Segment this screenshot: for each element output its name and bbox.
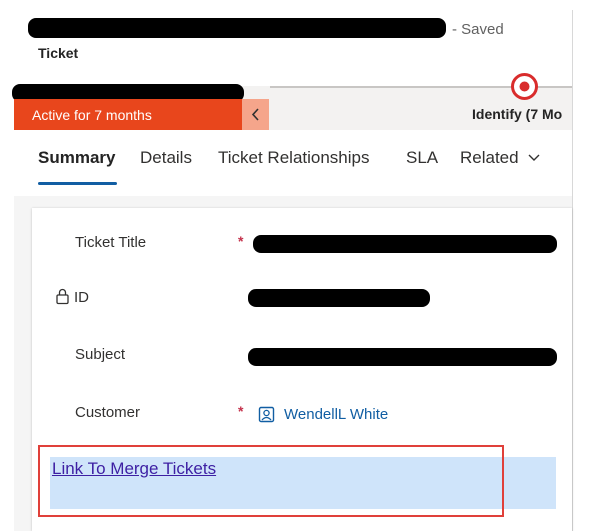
- ticket-title-field[interactable]: [253, 235, 557, 253]
- tab-related-label: Related: [460, 148, 519, 167]
- tab-sla[interactable]: SLA: [406, 148, 438, 168]
- required-marker: *: [238, 233, 244, 249]
- tab-ticket-relationships[interactable]: Ticket Relationships: [218, 148, 370, 168]
- chevron-down-icon: [528, 154, 540, 161]
- tab-related[interactable]: Related: [460, 148, 541, 168]
- subject-label: Subject: [75, 346, 126, 363]
- record-title-redacted: [28, 18, 446, 38]
- tab-details[interactable]: Details: [140, 148, 192, 168]
- status-badge[interactable]: Active for 7 months: [14, 99, 242, 130]
- id-label: ID: [74, 289, 89, 306]
- chevron-left-icon: [251, 108, 259, 121]
- status-text: Active for 7 months: [32, 107, 152, 123]
- lock-icon: [56, 288, 69, 305]
- active-stage-marker-icon[interactable]: [510, 72, 539, 101]
- customer-name: WendellL White: [284, 406, 389, 423]
- active-stage-label[interactable]: Identify (7 Mo: [472, 106, 572, 122]
- ticket-form-window: - Saved Ticket Active for 7 months Ident…: [0, 0, 589, 531]
- window-border: [572, 10, 573, 531]
- subject-field[interactable]: [248, 348, 557, 366]
- required-marker: *: [238, 403, 244, 419]
- collapse-button[interactable]: [242, 99, 269, 130]
- id-field[interactable]: [248, 289, 430, 307]
- annotation-highlight-box: [38, 445, 504, 517]
- tab-summary[interactable]: Summary: [38, 148, 115, 168]
- entity-name: Ticket: [38, 45, 79, 61]
- ticket-title-label: Ticket Title: [75, 234, 147, 251]
- contact-icon: [258, 406, 275, 423]
- save-status: - Saved: [452, 21, 504, 38]
- active-tab-indicator: [38, 182, 117, 185]
- customer-label: Customer: [75, 404, 141, 421]
